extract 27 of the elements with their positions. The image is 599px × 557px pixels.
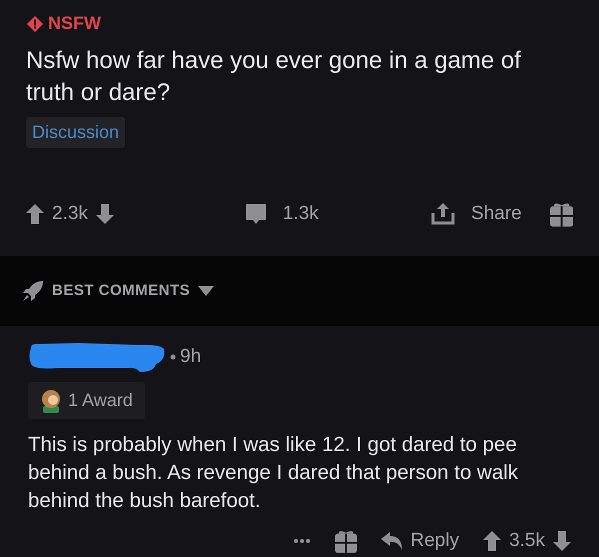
award-icon (40, 388, 62, 412)
sort-dropdown[interactable]: BEST COMMENTS (52, 280, 190, 302)
comment-text: This is probably when I was like 12. I got dared to pee behind a bush. As revenge I dared that person to walk behind the bush barefoot. (28, 432, 520, 514)
reply-button[interactable]: Reply (410, 526, 460, 555)
reply-icon[interactable] (380, 532, 402, 550)
share-button[interactable]: Share (471, 200, 522, 228)
post-title: Nsfw how far have you ever gone in a game of truth or dare? (26, 46, 522, 108)
upvote-icon[interactable] (26, 204, 44, 224)
downvote-icon[interactable] (96, 204, 114, 224)
vote-count: 2.3k (52, 202, 88, 226)
nsfw-label: NSFW (48, 12, 101, 35)
gift-icon[interactable] (550, 201, 573, 228)
separator-dot (170, 354, 176, 360)
share-icon[interactable] (431, 203, 456, 226)
more-icon[interactable] (292, 538, 310, 544)
comment-count: 1.3k (282, 202, 319, 226)
downvote-icon[interactable] (553, 530, 571, 551)
rocket-icon (22, 280, 44, 302)
award-badge[interactable]: 1 Award (28, 382, 145, 419)
comment-icon[interactable] (244, 203, 267, 226)
gift-icon[interactable] (334, 528, 356, 553)
warning-icon (26, 14, 44, 32)
upvote-icon[interactable] (483, 530, 502, 551)
comment-age: 9h (180, 344, 202, 369)
vote-count: 3.5k (509, 528, 545, 552)
caret-icon[interactable] (198, 286, 214, 296)
post-flair[interactable]: Discussion (26, 117, 126, 148)
